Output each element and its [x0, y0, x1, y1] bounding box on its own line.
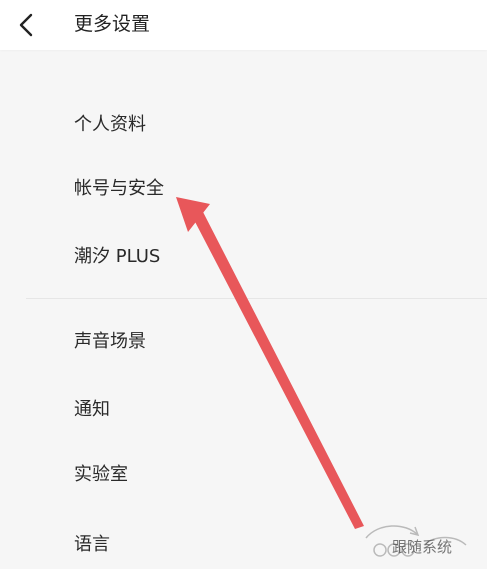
chevron-left-icon: [19, 13, 33, 37]
settings-item-notifications[interactable]: 通知: [74, 399, 110, 421]
settings-item-lab[interactable]: 实验室: [74, 464, 128, 486]
settings-item-account-security[interactable]: 帐号与安全: [74, 178, 164, 200]
settings-item-profile[interactable]: 个人资料: [74, 114, 146, 136]
page-title: 更多设置: [74, 13, 151, 35]
section-divider: [26, 298, 487, 299]
settings-list: 个人资料 帐号与安全 潮汐 PLUS 声音场景 通知 实验室 语言: [0, 56, 487, 569]
settings-item-sound-scenes[interactable]: 声音场景: [74, 331, 146, 353]
settings-item-plus[interactable]: 潮汐 PLUS: [74, 246, 160, 268]
back-button[interactable]: [10, 8, 44, 42]
top-app-bar: 更多设置: [0, 0, 487, 50]
settings-item-language[interactable]: 语言: [74, 534, 110, 556]
watermark-text: 跟随系统: [392, 538, 453, 556]
